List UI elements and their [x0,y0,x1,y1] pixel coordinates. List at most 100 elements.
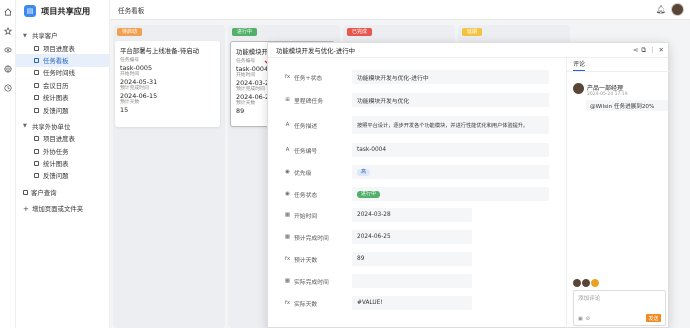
card-title: 平台部署与上线准备-待启动 [120,47,199,55]
field-value[interactable]: 2024-06-25 [352,230,472,244]
comment-author: 产品一部经理 [587,85,624,92]
timeline-icon [34,70,39,76]
send-button[interactable]: 发送 [646,314,661,322]
column-tag: 待启动 [117,28,143,36]
sidebar-item-stats-chart[interactable]: 统计图表 [16,91,109,103]
task-card[interactable]: 平台部署与上线准备-待启动 任务编号 task-0005 开始时间 2024-0… [115,41,220,127]
field-label: 实际完成时间 [294,279,329,286]
formula-icon: fx [284,256,291,262]
field-value-text: 功能模块开发与优化-进行中 [357,75,429,82]
avatar [573,83,584,94]
formula-icon: fx [284,74,291,80]
field-label: 实际天数 [294,301,318,308]
card-field-value: task-0005 [120,64,153,72]
sidebar-item-outsourcing-tasks[interactable]: 外协任务 [16,145,109,157]
chevron-down-icon: ▼ [23,32,27,39]
priority-pill: 高 [357,168,371,176]
field-value-text: task-0004 [357,147,387,153]
sidebar-item-task-board[interactable]: 任务看板 [16,54,109,67]
field-value[interactable]: task-0004 [352,143,549,157]
modal-fields: fx 任务+状态 功能模块开发与优化-进行中 ⊞ 里程碑任务 功能模块开发与优化 A… [268,58,565,328]
field-value[interactable] [352,274,472,288]
sidebar-group-label: 共享外协单位 [32,122,71,131]
card-field-value: 15 [120,106,129,114]
sidebar-item-feedback[interactable]: 反馈问题 [16,104,109,116]
bell-icon[interactable]: 🔔︎ [656,5,666,14]
copy-icon[interactable]: ⧉ [641,46,646,55]
field-label: 开始时间 [294,213,318,220]
top-bar: 任务看板 🔔︎ [110,0,690,20]
sidebar-item-task-timeline[interactable]: 任务时间线 [16,67,109,79]
attachment-icon[interactable]: ⊘ [586,316,590,322]
history-icon[interactable] [3,84,12,92]
comment-time: 2024-05-24 17:19 [587,92,628,97]
sidebar-item-customer-query[interactable]: 客户查询 [16,186,109,198]
page-title: 任务看板 [118,6,145,15]
sidebar-nav: ▼ 共享客户 项目进度表 任务看板 任务时间线 会议日历 统计图表 反馈问题 ▼… [16,22,109,215]
more-icon[interactable]: ⋮ [649,46,656,55]
sidebar-item-label: 外协任务 [43,147,69,156]
field-row-actual-finish: ▦ 实际完成时间 [284,274,354,288]
task-icon [34,148,39,154]
field-label: 任务描述 [294,123,318,130]
avatar[interactable] [671,3,684,16]
modal-title: 功能模块开发与优化-进行中 [268,43,668,58]
column-tag: 进行中 [232,28,258,36]
share-icon[interactable]: ⋖ [633,46,638,55]
table-icon [34,45,39,51]
feedback-icon [34,107,39,113]
sidebar-item-meeting-calendar[interactable]: 会议日历 [16,79,109,91]
eye-icon[interactable] [3,46,12,54]
comments-panel: 评论 产品一部经理 2024-05-24 17:19 @Wilsin 任务进展到… [566,58,670,328]
tab-label: 评论 [573,59,586,71]
globe-icon[interactable] [3,65,12,73]
image-icon[interactable]: ▣ [578,316,583,322]
close-icon[interactable]: ✕ [659,46,664,55]
sidebar-item-label: 客户查询 [31,188,57,197]
field-value: 89 [352,252,472,266]
sidebar-item-label: 任务时间线 [43,69,75,78]
field-label: 里程碑任务 [294,98,323,105]
star-icon[interactable] [3,27,12,35]
comment-input[interactable]: 添加评论 ▣ ⊘ 发送 [573,290,666,326]
field-value-text: 89 [357,256,365,262]
card-field-value: 2024-06-15 [120,92,158,100]
feedback-icon [34,173,39,179]
field-value[interactable]: 2024-03-28 [352,208,472,222]
modal-toolbar: ⋖ ⧉ ⋮ ✕ [633,46,664,55]
sidebar-group-shared-outsourcing[interactable]: ▼ 共享外协单位 [16,120,109,132]
field-value[interactable]: 高 [352,165,549,179]
card-field-value: 2024-05-31 [120,78,158,86]
collaborator-avatars [573,279,599,287]
option-icon: ◉ [285,169,290,175]
home-icon[interactable] [4,8,12,16]
field-row-start-date: ▦ 开始时间 [284,208,354,222]
sidebar-item-outsourcing-stats[interactable]: 统计图表 [16,157,109,169]
field-value: 功能模块开发与优化 [352,93,549,107]
sidebar-item-outsourcing-feedback[interactable]: 反馈问题 [16,170,109,182]
column-tag: 延期 [462,28,483,36]
add-page-button[interactable]: + 增加页面或文件夹 [16,203,109,215]
field-value-text: 按照平台设计，逐步开发各个功能模块，并进行性能优化和用户体验提升。 [357,122,529,129]
app-logo-icon: ▤ [24,5,36,17]
formula-icon: fx [284,300,291,306]
calendar-icon: ▦ [284,234,291,240]
field-label: 任务+状态 [294,75,323,82]
app-title: 项目共享应用 [41,6,91,16]
field-value[interactable]: 进行中 [352,187,549,201]
sidebar-item-project-progress[interactable]: 项目进度表 [16,42,109,54]
field-label: 任务状态 [294,192,318,199]
field-value-text: 功能模块开发与优化 [357,98,410,105]
field-row-task-id: A 任务编号 [284,143,354,157]
field-label: 预计完成时间 [294,235,329,242]
field-label: 优先级 [294,170,312,177]
sidebar-group-shared-customers[interactable]: ▼ 共享客户 [16,30,109,42]
chevron-down-icon: ▼ [23,123,27,130]
field-row-status: ◉ 任务状态 [284,187,354,201]
column-tag: 已完成 [347,28,373,36]
tab-comments[interactable]: 评论 [567,58,670,72]
board-icon [34,57,39,63]
field-value[interactable]: 按照平台设计，逐步开发各个功能模块，并进行性能优化和用户体验提升。 [352,116,549,134]
sidebar-item-outsourcing-progress[interactable]: 项目进度表 [16,133,109,145]
comment-tools: ▣ ⊘ [578,316,590,322]
